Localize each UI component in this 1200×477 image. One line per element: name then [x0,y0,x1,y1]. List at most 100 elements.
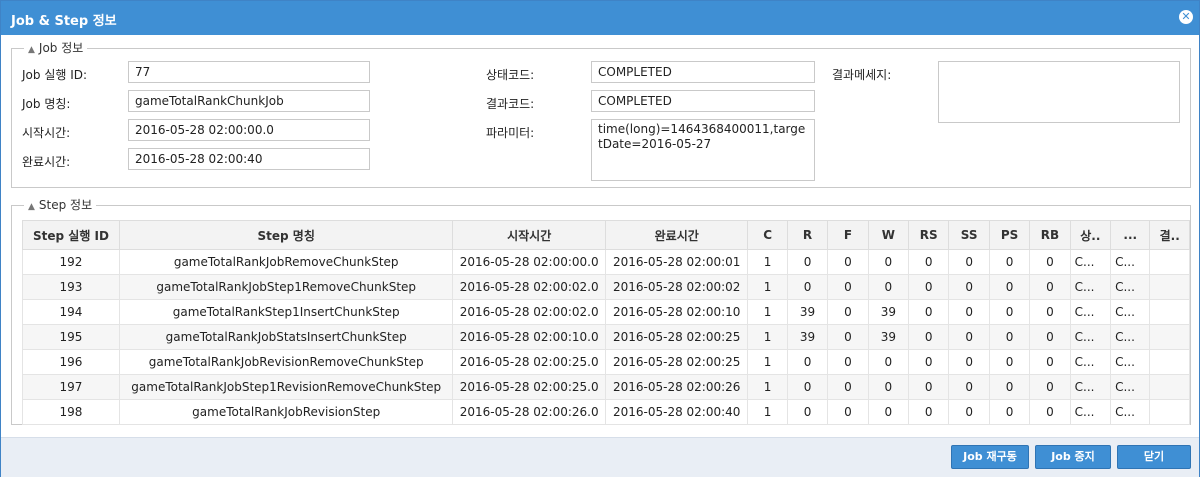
column-header[interactable]: 시작시간 [452,220,606,250]
job-exec-id-label: Job 실행 ID: [22,68,88,82]
table-cell: 0 [908,399,950,425]
table-cell: 39 [786,299,829,325]
step-info-legend[interactable]: ▲ Step 정보 [24,198,97,214]
table-cell: 0 [988,324,1031,350]
table-row[interactable]: 192 gameTotalRankJobRemoveChunkStep 2016-0… [22,249,1190,275]
table-cell: 0 [1029,349,1071,375]
table-cell: gameTotalRankJobRevisionStep [118,399,454,425]
dialog-titlebar[interactable]: Job & Step 정보 ✕ [1,1,1199,35]
table-cell: 0 [948,249,990,275]
column-header[interactable]: F [827,220,869,250]
column-header[interactable]: R [786,220,829,250]
column-header[interactable]: C [747,220,788,250]
table-cell: 0 [1029,249,1071,275]
job-end-field[interactable]: 2016-05-28 02:00:40 [128,148,370,170]
job-status-field[interactable]: COMPLETED [591,61,815,83]
table-cell: gameTotalRankJobStatsInsertChunkStep [118,324,454,350]
table-cell: 1 [747,249,788,275]
table-cell [1149,399,1190,425]
table-cell: 0 [867,274,910,300]
column-header[interactable]: 완료시간 [604,220,749,250]
table-cell: 198 [22,399,120,425]
close-icon[interactable]: ✕ [1179,10,1193,24]
table-cell [1149,349,1190,375]
column-header[interactable]: Step 실행 ID [22,220,120,250]
table-row[interactable]: 195 gameTotalRankJobStatsInsertChunkStep 2… [22,324,1190,350]
table-cell: 0 [1029,274,1071,300]
job-info-group: ▲ Job 정보 Job 실행 ID: 77 Job 명칭: gameTotalR… [11,41,1191,188]
table-cell: 0 [827,324,869,350]
table-cell: 0 [786,249,829,275]
job-exit-field[interactable]: COMPLETED [591,90,815,112]
column-header[interactable]: 결.. [1149,220,1190,250]
job-restart-button[interactable]: Job 재구동 [951,445,1029,469]
table-cell: 0 [786,274,829,300]
column-header[interactable]: W [867,220,910,250]
job-info-legend-label: Job 정보 [38,41,84,55]
table-cell: C... [1110,249,1151,275]
table-cell: C... [1069,274,1112,300]
table-cell: 0 [786,399,829,425]
table-cell: 2016-05-28 02:00:26 [604,374,749,400]
column-header[interactable]: 상.. [1069,220,1112,250]
column-header[interactable]: RB [1029,220,1071,250]
table-cell: 0 [948,374,990,400]
table-cell: 0 [988,249,1031,275]
table-cell: 39 [867,324,910,350]
table-cell: 0 [948,274,990,300]
job-name-label: Job 명칭: [22,97,71,111]
table-cell: 193 [22,274,120,300]
table-cell: 2016-05-28 02:00:40 [604,399,749,425]
step-info-legend-label: Step 정보 [38,198,93,212]
table-cell: 2016-05-28 02:00:10 [604,299,749,325]
job-step-dialog: Job & Step 정보 ✕ ▲ Job 정보 Job 실행 ID: 77 Jo… [0,0,1200,477]
table-row[interactable]: 196 gameTotalRankJobRevisionRemoveChunkSt… [22,349,1190,375]
table-cell: 2016-05-28 02:00:02 [604,274,749,300]
column-header[interactable]: ... [1110,220,1151,250]
job-exec-id-field[interactable]: 77 [128,61,370,83]
job-start-label: 시작시간: [22,126,71,140]
table-cell: 0 [827,299,869,325]
close-button[interactable]: 닫기 [1117,445,1191,469]
table-row[interactable]: 193 gameTotalRankJobStep1RemoveChunkStep 2… [22,274,1190,300]
table-cell: 0 [827,399,869,425]
table-row[interactable]: 198 gameTotalRankJobRevisionStep 2016-05-2… [22,399,1190,425]
table-cell: 1 [747,274,788,300]
job-start-field[interactable]: 2016-05-28 02:00:00.0 [128,119,370,141]
table-cell: 0 [948,349,990,375]
table-cell: 0 [827,374,869,400]
collapse-triangle-icon[interactable]: ▲ [28,202,35,212]
table-cell: 39 [786,324,829,350]
collapse-triangle-icon[interactable]: ▲ [28,45,35,55]
table-cell: 2016-05-28 02:00:02.0 [452,274,606,300]
table-cell: 0 [988,399,1031,425]
table-cell: 0 [908,274,950,300]
job-name-field[interactable]: gameTotalRankChunkJob [128,90,370,112]
table-cell: 0 [908,349,950,375]
job-message-field[interactable] [938,61,1180,123]
table-cell: gameTotalRankJobStep1RemoveChunkStep [118,274,454,300]
table-row[interactable]: 197 gameTotalRankJobStep1RevisionRemoveCh… [22,374,1190,400]
column-header[interactable]: SS [948,220,990,250]
table-cell: 2016-05-28 02:00:26.0 [452,399,606,425]
job-stop-button[interactable]: Job 중지 [1035,445,1111,469]
table-cell: 0 [1029,399,1071,425]
column-header[interactable]: Step 명칭 [118,220,454,250]
job-info-legend[interactable]: ▲ Job 정보 [24,41,88,57]
dialog-footer: Job 재구동 Job 중지 닫기 [1,437,1199,477]
job-exit-label: 결과코드: [486,97,535,111]
job-status-label: 상태코드: [486,68,535,82]
table-cell: 1 [747,349,788,375]
job-param-field[interactable]: time(long)=1464368400011,targetDate=2016… [591,119,815,181]
table-cell: 0 [1029,374,1071,400]
table-row[interactable]: 194 gameTotalRankStep1InsertChunkStep 2016… [22,299,1190,325]
table-cell: 1 [747,374,788,400]
table-cell: 195 [22,324,120,350]
table-cell: gameTotalRankJobStep1RevisionRemoveChunk… [118,374,454,400]
table-cell: 0 [908,299,950,325]
column-header[interactable]: RS [908,220,950,250]
table-cell [1149,299,1190,325]
column-header[interactable]: PS [988,220,1031,250]
table-cell: gameTotalRankStep1InsertChunkStep [118,299,454,325]
table-cell: C... [1110,399,1151,425]
